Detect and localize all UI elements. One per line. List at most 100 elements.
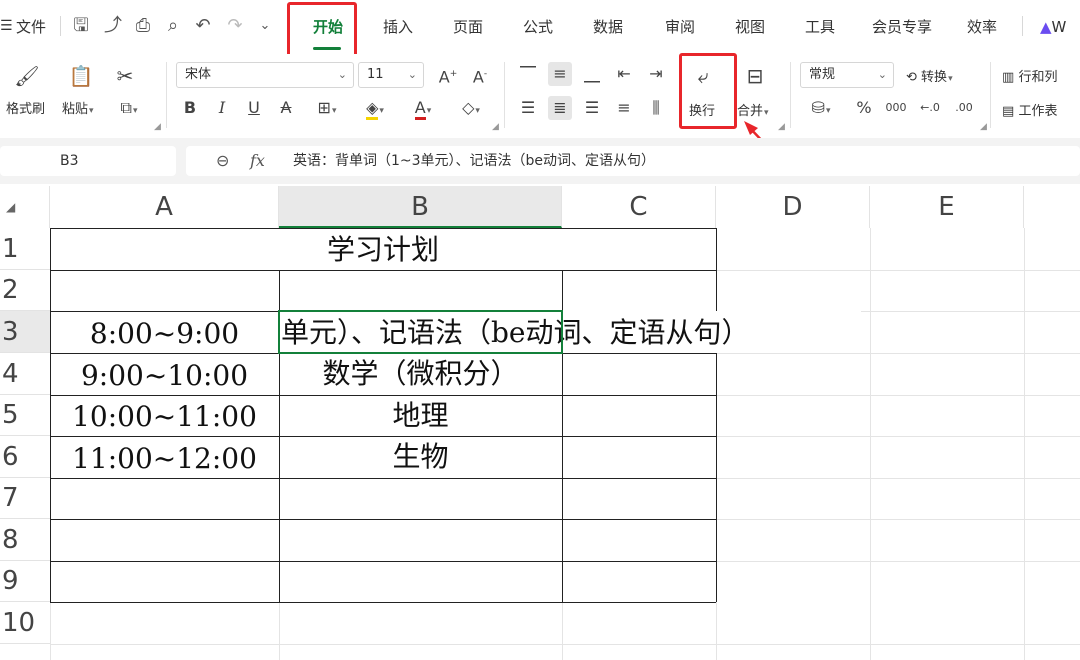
column-header-e[interactable]: E xyxy=(870,186,1024,228)
row-header-5[interactable]: 5 xyxy=(0,395,50,436)
redo-icon[interactable]: ↷ xyxy=(222,13,248,39)
export-icon[interactable]: ⤴ xyxy=(100,13,126,39)
fill-color-button[interactable]: ◈▾ xyxy=(356,96,394,120)
copy-icon[interactable]: ⧉▾ xyxy=(112,96,146,123)
divider xyxy=(60,16,61,36)
borders-button[interactable]: ⊞▾ xyxy=(308,96,346,120)
convert-button[interactable]: ⟲ 转换▾ xyxy=(906,66,953,85)
subject-cell[interactable]: 生物 xyxy=(279,436,562,478)
column-header-f[interactable] xyxy=(1024,186,1080,228)
tab-ai[interactable]: ▲W xyxy=(1040,14,1080,40)
menu-tab-bar: ☰ 文件 🖫 ⤴ ⎙ ⌕ ↶ ↷ ⌄ 开始 插入 页面 公式 数据 审阅 视图 … xyxy=(0,0,1080,63)
align-top-icon[interactable]: ⎺ xyxy=(516,62,540,86)
name-box[interactable]: B3 xyxy=(0,146,176,176)
tab-formula[interactable]: 公式 xyxy=(518,14,558,40)
strikethrough-button[interactable]: A xyxy=(274,96,298,120)
decrease-decimal-icon[interactable]: ←.0 xyxy=(918,96,942,120)
underline-button[interactable]: U xyxy=(242,96,266,120)
align-center-icon[interactable]: ≣ xyxy=(548,96,572,120)
increase-indent-icon[interactable]: ⇥ xyxy=(644,62,668,86)
paste-button[interactable]: 粘贴▾ xyxy=(62,98,94,117)
file-menu[interactable]: ☰ 文件 xyxy=(0,14,46,38)
tab-member[interactable]: 会员专享 xyxy=(866,14,938,40)
save-icon[interactable]: 🖫 xyxy=(68,13,94,39)
row-header-4[interactable]: 4 xyxy=(0,353,50,395)
formula-input-area[interactable]: ⊖ fx 英语：背单词（1~3单元）、记语法（be动词、定语从句） xyxy=(186,146,1080,176)
decrease-font-icon[interactable]: A- xyxy=(468,62,492,86)
merge-cells-icon[interactable]: ⊟ xyxy=(742,64,768,88)
time-cell[interactable]: 11:00~12:00 xyxy=(50,436,279,478)
distributed-align-icon[interactable]: ⫼ xyxy=(644,96,668,120)
font-size-select[interactable]: 11 ⌄ xyxy=(358,62,424,88)
format-painter-label[interactable]: 格式刷 xyxy=(6,98,45,117)
row-header-2[interactable]: 2 xyxy=(0,270,50,311)
fx-icon[interactable]: fx xyxy=(250,146,265,176)
time-cell[interactable]: 9:00~10:00 xyxy=(50,353,279,395)
undo-icon[interactable]: ↶ xyxy=(190,13,216,39)
font-color-button[interactable]: A▾ xyxy=(404,96,442,120)
subject-cell[interactable]: 地理 xyxy=(279,395,562,436)
print-preview-icon[interactable]: ⌕ xyxy=(160,13,186,39)
decrease-indent-icon[interactable]: ⇤ xyxy=(612,62,636,86)
eraser-icon: ◇ xyxy=(462,98,475,117)
column-header-c[interactable]: C xyxy=(562,186,716,228)
merge-button[interactable]: 合并▾ xyxy=(737,100,769,119)
tab-page[interactable]: 页面 xyxy=(448,14,488,40)
increase-decimal-icon[interactable]: .00 xyxy=(952,96,976,120)
cut-icon[interactable]: ✂ xyxy=(112,64,138,88)
column-header-b[interactable]: B xyxy=(279,186,562,228)
row-header-8[interactable]: 8 xyxy=(0,519,50,561)
clipboard-expand-icon[interactable]: ◢ xyxy=(154,122,161,132)
tab-data[interactable]: 数据 xyxy=(588,14,628,40)
align-left-icon[interactable]: ☰ xyxy=(516,96,540,120)
justify-icon[interactable]: ≡ xyxy=(612,96,636,120)
percent-button[interactable]: % xyxy=(852,96,876,120)
select-all-corner[interactable]: ◢ xyxy=(0,186,50,228)
increase-font-icon[interactable]: A+ xyxy=(436,62,460,86)
font-expand-icon[interactable]: ◢ xyxy=(492,122,499,132)
number-format-select[interactable]: 常规 ⌄ xyxy=(800,62,894,88)
column-header-a[interactable]: A xyxy=(50,186,279,228)
formula-content[interactable]: 英语：背单词（1~3单元）、记语法（be动词、定语从句） xyxy=(293,146,655,176)
table-border xyxy=(50,602,716,603)
menu-icon: ☰ xyxy=(0,18,13,34)
subject-cell[interactable]: 数学（微积分） xyxy=(279,353,562,395)
row-header-6[interactable]: 6 xyxy=(0,436,50,478)
tab-efficiency[interactable]: 效率 xyxy=(962,14,1002,40)
bold-button[interactable]: B xyxy=(178,96,202,120)
divider xyxy=(1022,16,1023,36)
chevron-down-icon: ⌄ xyxy=(877,68,887,81)
customize-chevron-icon[interactable]: ⌄ xyxy=(252,13,278,39)
italic-button[interactable]: I xyxy=(210,96,234,120)
font-size-value: 11 xyxy=(367,67,384,82)
sheet-title-cell[interactable]: 学习计划 xyxy=(50,228,716,270)
zoom-formula-icon[interactable]: ⊖ xyxy=(216,146,229,176)
font-name-value: 宋体 xyxy=(185,67,212,82)
align-right-icon[interactable]: ☰ xyxy=(580,96,604,120)
align-bottom-icon[interactable]: ⎽ xyxy=(580,62,604,86)
rows-cols-button[interactable]: ▥ 行和列 xyxy=(1002,66,1057,85)
tab-insert[interactable]: 插入 xyxy=(378,14,418,40)
number-expand-icon[interactable]: ◢ xyxy=(980,122,987,132)
paste-icon[interactable]: 📋 xyxy=(68,64,94,88)
align-middle-icon[interactable]: ≡ xyxy=(548,62,572,86)
gridline xyxy=(716,270,1080,271)
time-cell[interactable]: 8:00~9:00 xyxy=(50,311,279,353)
print-icon[interactable]: ⎙ xyxy=(130,13,156,39)
format-painter-icon[interactable]: 🖌 xyxy=(14,64,40,88)
row-header-3[interactable]: 3 xyxy=(0,311,50,353)
tab-view[interactable]: 视图 xyxy=(730,14,770,40)
row-header-1[interactable]: 1 xyxy=(0,228,50,270)
row-header-10[interactable]: 10 xyxy=(0,602,50,644)
column-header-d[interactable]: D xyxy=(716,186,870,228)
time-cell[interactable]: 10:00~11:00 xyxy=(50,395,279,436)
clear-format-button[interactable]: ◇▾ xyxy=(452,96,490,120)
tab-review[interactable]: 审阅 xyxy=(660,14,700,40)
row-header-9[interactable]: 9 xyxy=(0,561,50,602)
worksheet-button[interactable]: ▤ 工作表 xyxy=(1002,100,1057,119)
tab-tools[interactable]: 工具 xyxy=(800,14,840,40)
row-header-7[interactable]: 7 xyxy=(0,478,50,519)
currency-button[interactable]: ⛁▾ xyxy=(804,96,838,120)
thousands-button[interactable]: 000 xyxy=(884,96,908,120)
font-name-select[interactable]: 宋体 ⌄ xyxy=(176,62,354,88)
